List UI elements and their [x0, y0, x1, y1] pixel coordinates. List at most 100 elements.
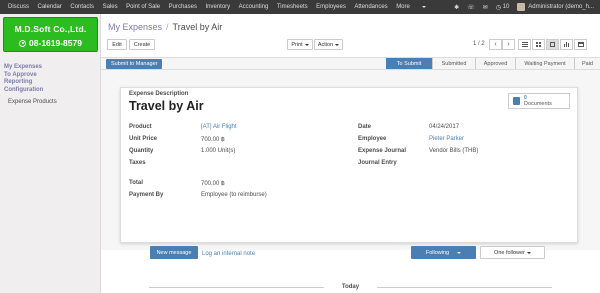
chevron-down-icon	[304, 43, 309, 46]
list-view-button[interactable]	[518, 39, 531, 50]
menu-discuss[interactable]: Discuss	[8, 4, 29, 10]
systray: ✱ ☏ ✉ ◷ 10 Administrator (demo_h...	[446, 0, 594, 14]
chevron-down-icon	[335, 43, 340, 46]
new-message-button[interactable]: New message	[150, 246, 198, 259]
pager-next-button[interactable]: ›	[502, 39, 515, 50]
unit-price-label: Unit Price	[129, 136, 158, 142]
top-menu-bar: Discuss Calendar Contacts Sales Point of…	[0, 0, 600, 14]
total-value: 700.00 ฿	[201, 181, 225, 187]
create-button[interactable]: Create	[129, 39, 155, 50]
expense-journal-value: Vendor Bills (THB)	[429, 148, 479, 154]
calendar-view-button[interactable]	[574, 39, 587, 50]
menu-point-of-sale[interactable]: Point of Sale	[126, 4, 160, 10]
company-logo[interactable]: M.D.Soft Co.,Ltd. 08-1619-8579	[3, 17, 98, 52]
followers-button[interactable]: One follower	[480, 246, 545, 259]
quantity-label: Quantity	[129, 148, 154, 154]
journal-entry-label: Journal Entry	[358, 160, 397, 166]
logo-phone-row: 08-1619-8579	[4, 38, 97, 48]
employee-value[interactable]: Pieter Parker	[429, 136, 464, 142]
documents-label: Documents	[524, 101, 552, 107]
stage-pipeline: To Submit Submitted Approved Waiting Pay…	[386, 58, 600, 69]
bug-icon[interactable]: ✱	[454, 4, 459, 11]
menu-inventory[interactable]: Inventory	[205, 4, 230, 10]
stage-paid[interactable]: Paid	[574, 58, 600, 69]
list-icon	[521, 42, 528, 47]
kanban-icon	[536, 42, 541, 47]
date-value: 04/24/2017	[429, 124, 460, 130]
book-icon	[513, 97, 520, 105]
menu-more[interactable]: More	[396, 4, 434, 10]
sidebar-menu: My Expenses To Approve Reporting Configu…	[4, 64, 57, 107]
stage-approved[interactable]: Approved	[475, 58, 515, 69]
breadcrumb-parent[interactable]: My Expenses	[108, 22, 162, 32]
menu-contacts[interactable]: Contacts	[70, 4, 94, 10]
action-dropdown[interactable]: Action	[314, 39, 343, 50]
kanban-view-button[interactable]	[532, 39, 545, 50]
following-label: Following	[425, 249, 450, 256]
menu-purchases[interactable]: Purchases	[169, 4, 197, 10]
followers-label: One follower	[494, 249, 525, 256]
total-label: Total	[129, 180, 143, 186]
divider	[377, 287, 552, 288]
employee-label: Employee	[358, 136, 387, 142]
expense-title: Travel by Air	[129, 99, 204, 113]
breadcrumb-separator: /	[166, 22, 169, 32]
date-label: Date	[358, 124, 372, 130]
calendar-icon	[577, 42, 584, 47]
menu-attendances[interactable]: Attendances	[354, 4, 387, 10]
app-menu: Discuss Calendar Contacts Sales Point of…	[0, 4, 443, 10]
sidebar-item-to-approve[interactable]: To Approve	[4, 72, 57, 80]
notifications[interactable]: ◷ 10	[496, 4, 510, 11]
menu-accounting[interactable]: Accounting	[239, 4, 269, 10]
phone-icon[interactable]: ☏	[467, 4, 475, 11]
menu-timesheets[interactable]: Timesheets	[277, 4, 308, 10]
chevron-left-icon: ‹	[494, 41, 497, 48]
main-content: My Expenses / Travel by Air Edit Create Pr…	[101, 14, 600, 293]
unit-price-value: 700.00 ฿	[201, 137, 225, 143]
pager-previous-button[interactable]: ‹	[489, 39, 502, 50]
menu-employees[interactable]: Employees	[316, 4, 346, 10]
description-label: Expense Description	[129, 91, 189, 97]
user-name: Administrator (demo_h...	[528, 4, 594, 10]
following-button[interactable]: Following	[411, 246, 476, 259]
expense-form-sheet: Expense Description Travel by Air 0 Docu…	[120, 87, 578, 243]
phone-icon	[19, 39, 27, 47]
documents-button[interactable]: 0 Documents	[508, 93, 570, 109]
print-dropdown[interactable]: Print	[287, 39, 313, 50]
breadcrumb-current: Travel by Air	[172, 22, 223, 32]
chat-icon[interactable]: ✉	[483, 4, 488, 11]
logo-company-name: M.D.Soft Co.,Ltd.	[14, 24, 87, 34]
menu-calendar[interactable]: Calendar	[38, 4, 62, 10]
bar-chart-icon	[563, 42, 570, 47]
breadcrumb: My Expenses / Travel by Air	[108, 22, 222, 32]
chevron-down-icon	[457, 251, 462, 254]
action-label: Action	[317, 41, 334, 48]
sidebar-item-reporting[interactable]: Reporting	[4, 79, 57, 87]
taxes-label: Taxes	[129, 160, 146, 166]
product-value[interactable]: [AT] Air Flight	[201, 124, 237, 130]
user-menu[interactable]: Administrator (demo_h...	[517, 3, 594, 11]
sidebar-item-my-expenses[interactable]: My Expenses	[4, 64, 57, 72]
chevron-down-icon	[422, 6, 427, 8]
log-note-link[interactable]: Log an internal note	[202, 251, 255, 257]
submit-to-manager-button[interactable]: Submit to Manager	[106, 59, 163, 69]
menu-sales[interactable]: Sales	[103, 4, 118, 10]
stage-to-submit[interactable]: To Submit	[386, 58, 432, 69]
sidebar-item-configuration[interactable]: Configuration	[4, 87, 57, 95]
sidebar-item-expense-products[interactable]: Expense Products	[4, 99, 57, 107]
quantity-value: 1.000 Unit(s)	[201, 148, 236, 154]
edit-button[interactable]: Edit	[107, 39, 127, 50]
pager-value[interactable]: 1 / 2	[473, 41, 485, 47]
chevron-right-icon: ›	[507, 41, 510, 48]
payment-by-label: Payment By	[129, 192, 164, 198]
notifications-count: 10	[502, 4, 510, 10]
stage-waiting-payment[interactable]: Waiting Payment	[515, 58, 574, 69]
stage-submitted[interactable]: Submitted	[432, 58, 475, 69]
payment-by-value: Employee (to reimburse)	[201, 192, 267, 198]
product-label: Product	[129, 124, 152, 130]
chevron-down-icon	[526, 251, 531, 254]
form-view-button[interactable]	[546, 39, 559, 50]
sidebar: M.D.Soft Co.,Ltd. 08-1619-8579 My Expens…	[0, 14, 101, 293]
graph-view-button[interactable]	[560, 39, 573, 50]
avatar	[517, 3, 526, 11]
